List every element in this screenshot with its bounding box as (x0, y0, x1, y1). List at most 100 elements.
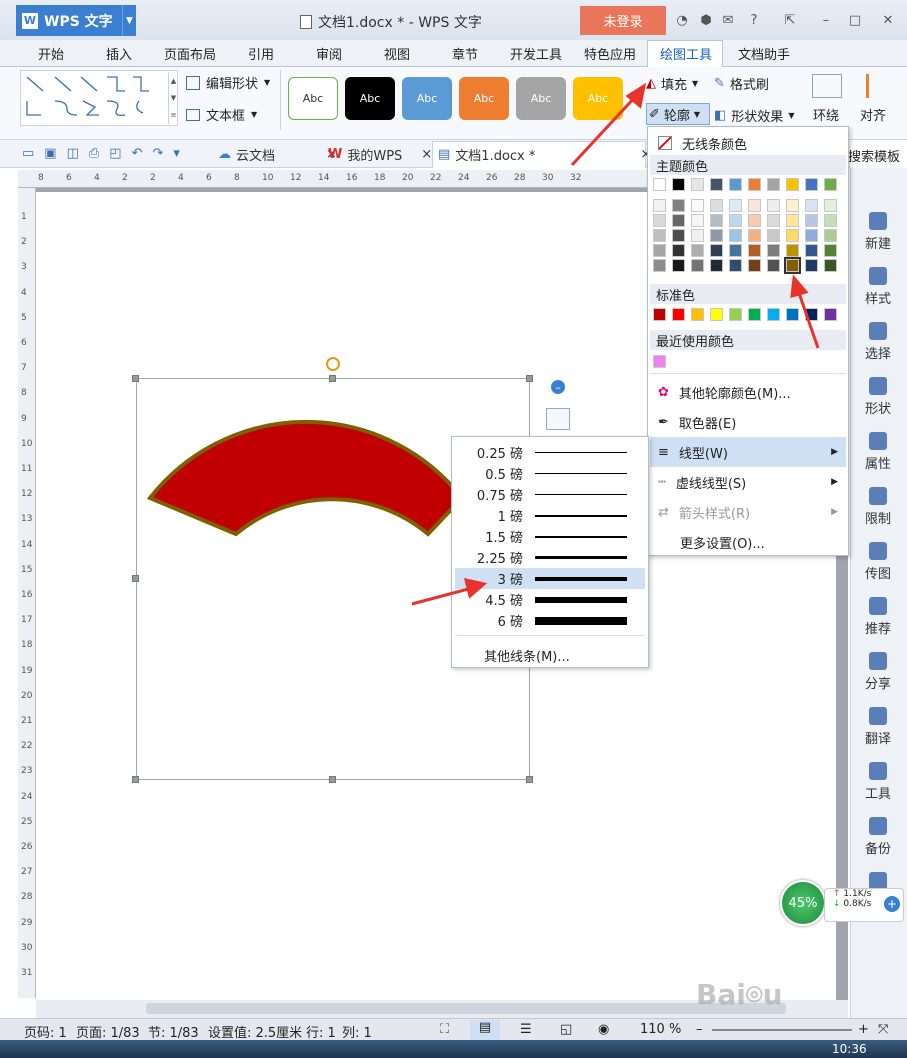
theme-shade-swatch[interactable] (748, 259, 761, 272)
theme-color-swatch[interactable] (748, 178, 761, 191)
help-icon[interactable]: ? (744, 10, 764, 30)
feedback-icon[interactable]: ✉ (718, 10, 738, 30)
network-monitor[interactable]: 45% ↑ 1.1K/s ↓ 0.8K/s + (780, 880, 907, 928)
minimize-icon[interactable]: – (816, 10, 836, 30)
theme-shade-swatch[interactable] (691, 244, 704, 257)
theme-shade-swatch[interactable] (653, 199, 666, 212)
standard-color-swatch[interactable] (729, 308, 742, 321)
theme-shade-swatch[interactable] (748, 199, 761, 212)
theme-shade-swatch[interactable] (691, 229, 704, 242)
tab-my-wps[interactable]: W 我的WPS × (328, 145, 432, 164)
theme-shade-swatch[interactable] (672, 199, 685, 212)
theme-shade-swatch[interactable] (710, 199, 723, 212)
theme-color-swatch[interactable] (786, 178, 799, 191)
theme-shade-swatch[interactable] (691, 199, 704, 212)
preview-icon[interactable]: ◰ (109, 146, 121, 161)
sidebar-item[interactable]: 属性 (852, 432, 904, 472)
theme-shade-swatch[interactable] (729, 244, 742, 257)
standard-color-swatch[interactable] (710, 308, 723, 321)
outline-view-icon[interactable]: ☰ (520, 1022, 532, 1037)
shape-gallery[interactable] (20, 70, 178, 126)
fullscreen-icon[interactable]: ⛶ (440, 1022, 449, 1037)
shape-style-6[interactable]: Abc (573, 77, 623, 120)
theme-shade-swatch[interactable] (786, 244, 799, 257)
wrap-icon[interactable] (812, 74, 842, 98)
theme-shade-swatch[interactable] (672, 214, 685, 227)
redo-icon[interactable]: ↷ (153, 146, 164, 161)
menu-doc-assistant[interactable]: 文档助手 (738, 44, 790, 63)
undo-icon[interactable]: ↶ (132, 146, 143, 161)
theme-shade-swatch[interactable] (672, 244, 685, 257)
sidebar-item[interactable]: 形状 (852, 377, 904, 417)
sidebar-item[interactable]: 新建 (852, 212, 904, 252)
theme-shade-swatch[interactable] (691, 259, 704, 272)
restore-ribbon-icon[interactable]: ⇱ (780, 10, 800, 30)
login-button[interactable]: 未登录 (580, 6, 666, 35)
dropdown-icon[interactable]: ▾ (173, 146, 180, 161)
align-icon[interactable] (866, 74, 888, 98)
menu-insert[interactable]: 插入 (106, 44, 132, 63)
theme-shade-swatch[interactable] (786, 214, 799, 227)
menu-chapter[interactable]: 章节 (452, 44, 478, 63)
print-icon[interactable]: ⎙ (89, 146, 99, 161)
theme-shade-swatch[interactable] (729, 214, 742, 227)
menu-features[interactable]: 特色应用 (584, 44, 636, 63)
sidebar-item[interactable]: 限制 (852, 487, 904, 527)
theme-shade-swatch[interactable] (691, 214, 704, 227)
dash-type-item[interactable]: ┅ 虚线线型(S) ▶ (650, 467, 846, 497)
menu-reference[interactable]: 引用 (248, 44, 274, 63)
resize-handle[interactable] (329, 776, 336, 783)
standard-color-swatch[interactable] (786, 308, 799, 321)
theme-color-swatch[interactable] (805, 178, 818, 191)
theme-color-swatch[interactable] (824, 178, 837, 191)
line-weight-option[interactable]: 3 磅 (455, 568, 645, 589)
add-icon[interactable]: + (884, 896, 900, 912)
settings-icon[interactable]: ⬢ (696, 10, 716, 30)
theme-shade-swatch[interactable] (729, 199, 742, 212)
standard-color-swatch[interactable] (767, 308, 780, 321)
skin-icon[interactable]: ◔ (672, 10, 692, 30)
theme-shade-swatch[interactable] (805, 199, 818, 212)
menu-developer[interactable]: 开发工具 (510, 44, 562, 63)
gallery-scroll[interactable]: ▲ ▼ ≡ (168, 72, 178, 124)
theme-shade-swatch[interactable] (748, 244, 761, 257)
shape-effect-button[interactable]: ◧ 形状效果 ▼ (714, 106, 794, 125)
theme-shade-swatch[interactable] (710, 244, 723, 257)
theme-shade-swatch[interactable] (786, 229, 799, 242)
no-line-color-item[interactable]: 无线条颜色 (650, 128, 846, 158)
theme-shade-swatch[interactable] (729, 229, 742, 242)
color-picker-item[interactable]: ✒ 取色器(E) (650, 407, 846, 437)
line-weight-option[interactable]: 1 磅 (455, 505, 645, 526)
line-weight-option[interactable]: 4.5 磅 (455, 589, 645, 610)
theme-shade-swatch[interactable] (748, 229, 761, 242)
theme-shade-swatch[interactable] (710, 214, 723, 227)
line-weight-option[interactable]: 1.5 磅 (455, 526, 645, 547)
theme-shade-swatch[interactable] (672, 229, 685, 242)
theme-shade-swatch[interactable] (824, 244, 837, 257)
tab-cloud-doc[interactable]: ☁ 云文档 × (218, 145, 337, 164)
scroll-thumb[interactable] (146, 1003, 786, 1014)
close-icon[interactable]: ✕ (878, 10, 898, 30)
theme-shade-swatch[interactable] (767, 244, 780, 257)
theme-shade-swatch[interactable] (784, 257, 801, 274)
line-weight-option[interactable]: 0.75 磅 (455, 484, 645, 505)
theme-shade-swatch[interactable] (748, 214, 761, 227)
eye-protect-icon[interactable]: ◉ (598, 1022, 609, 1037)
theme-color-swatch[interactable] (653, 178, 666, 191)
line-weight-option[interactable]: 0.25 磅 (455, 442, 645, 463)
resize-handle[interactable] (526, 776, 533, 783)
theme-color-swatch[interactable] (691, 178, 704, 191)
theme-color-swatch[interactable] (710, 178, 723, 191)
theme-shade-swatch[interactable] (805, 214, 818, 227)
resize-handle[interactable] (132, 575, 139, 582)
zoom-level[interactable]: 110 % (640, 1022, 681, 1037)
theme-shade-swatch[interactable] (805, 259, 818, 272)
more-settings-item[interactable]: 更多设置(O)... (650, 527, 846, 557)
standard-color-swatch[interactable] (691, 308, 704, 321)
theme-shade-swatch[interactable] (786, 199, 799, 212)
shape-style-3[interactable]: Abc (402, 77, 452, 120)
theme-shade-swatch[interactable] (710, 229, 723, 242)
theme-color-swatch[interactable] (672, 178, 685, 191)
theme-shade-swatch[interactable] (653, 229, 666, 242)
sidebar-item[interactable]: 选择 (852, 322, 904, 362)
